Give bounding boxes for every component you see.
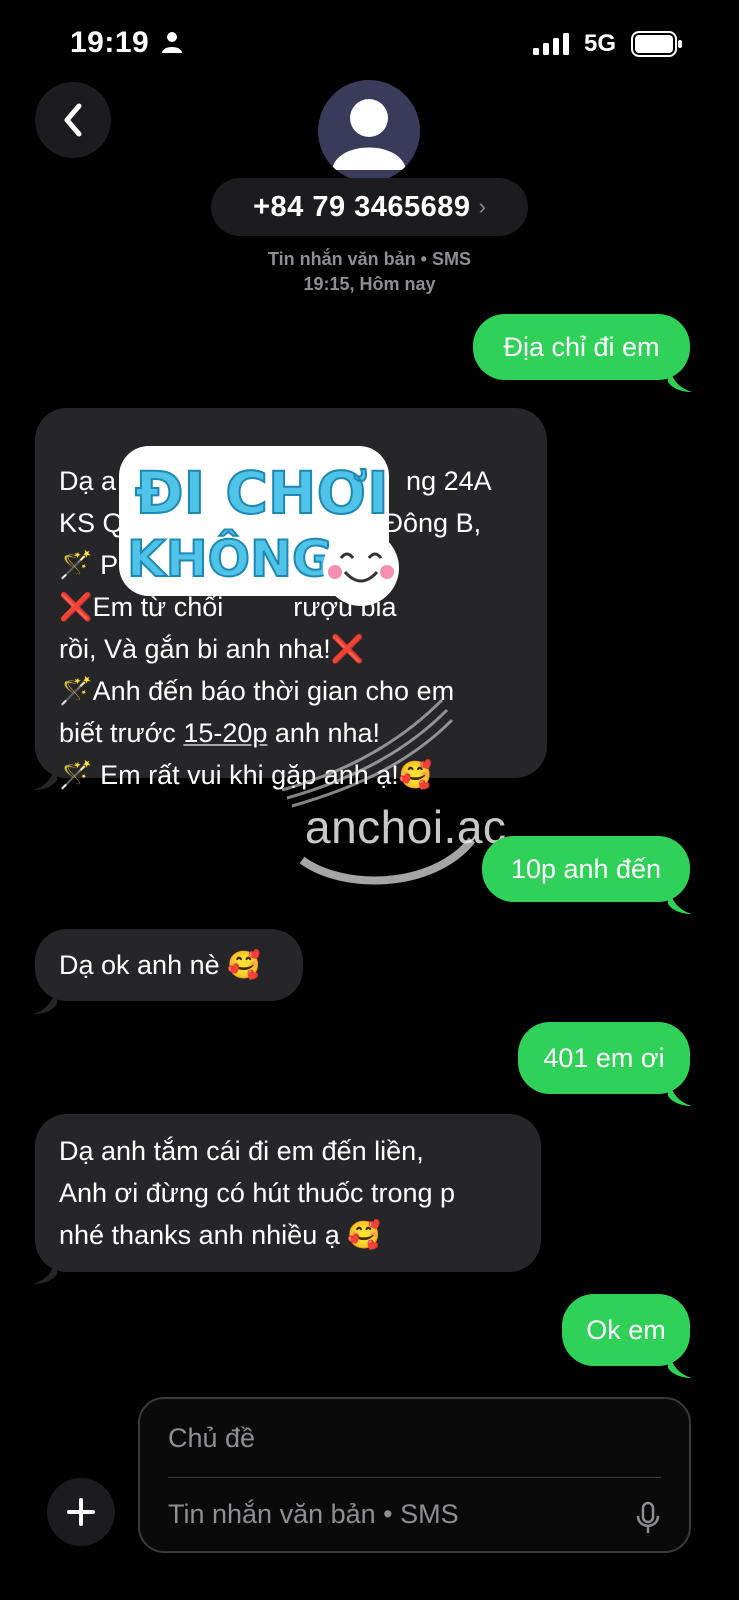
add-attachment-button[interactable]	[47, 1478, 115, 1546]
message-input[interactable]: Tin nhắn văn bản • SMS	[168, 1499, 459, 1530]
message-text: Dạ ok anh nè 🥰	[59, 950, 261, 980]
person-avatar-icon	[332, 99, 406, 170]
message-bubble-incoming[interactable]: Dạ ok anh nè 🥰	[35, 929, 303, 1001]
status-bar: 19:19 5G	[0, 0, 739, 90]
contact-avatar[interactable]	[318, 80, 420, 182]
bubble-tail	[668, 1346, 692, 1378]
status-time: 19:19	[70, 26, 150, 59]
message-line: nhé thanks anh nhiều ạ 🥰	[59, 1220, 381, 1250]
message-line: ng 24A	[406, 466, 492, 496]
message-text: Ok em	[586, 1315, 666, 1345]
thread-type-label: Tin nhắn văn bản • SMS	[268, 249, 471, 269]
chevron-right-icon: ›	[478, 194, 486, 219]
compose-box[interactable]: Chủ đề Tin nhắn văn bản • SMS	[138, 1397, 691, 1553]
contact-number: +84 79 3465689	[253, 190, 471, 223]
message-line: rồi, Và gắn bi anh nha!❌	[59, 634, 365, 664]
message-bubble-outgoing[interactable]: 401 em ơi	[518, 1022, 690, 1094]
bubble-tail	[668, 882, 692, 914]
time-range-link[interactable]: 15-20p	[183, 718, 267, 748]
network-type: 5G	[584, 30, 617, 57]
message-text: Địa chỉ đi em	[503, 332, 660, 362]
subject-input[interactable]: Chủ đề	[168, 1423, 255, 1454]
message-bubble-outgoing[interactable]: 10p anh đến	[482, 836, 690, 902]
bubble-tail	[33, 758, 57, 790]
bubble-tail	[33, 1252, 57, 1284]
sticker-image: ĐI CHƠI KHÔNG	[119, 446, 399, 606]
back-button[interactable]	[35, 82, 111, 158]
message-text: 10p anh đến	[510, 854, 662, 884]
sticker-text: ĐI CHƠI	[135, 459, 389, 527]
message-line: biết trước	[59, 718, 184, 748]
message-text: 401 em ơi	[543, 1043, 665, 1073]
person-icon	[162, 32, 182, 53]
signal-icon	[533, 33, 569, 55]
watermark-text: anchoi.ac	[305, 801, 507, 853]
message-line: Anh ơi đừng có hút thuốc trong p	[59, 1178, 456, 1208]
compose-divider	[168, 1477, 661, 1478]
sticker-text: KHÔNG	[127, 529, 333, 588]
message-bubble-outgoing[interactable]: Địa chỉ đi em	[473, 314, 690, 380]
microphone-icon[interactable]	[635, 1501, 661, 1535]
thread-timestamp: 19:15, Hôm nay	[303, 274, 436, 294]
chevron-left-icon	[64, 103, 82, 137]
message-bubble-incoming[interactable]: Dạ anh tắm cái đi em đến liền, Anh ơi đừ…	[35, 1114, 541, 1272]
contact-name-button[interactable]: +84 79 3465689 ›	[211, 178, 528, 236]
message-line: Dạ anh tắm cái đi em đến liền,	[59, 1136, 424, 1166]
battery-icon	[631, 31, 682, 57]
plus-icon	[67, 1498, 95, 1526]
bubble-tail	[668, 1074, 692, 1106]
bubble-tail	[33, 982, 57, 1014]
bubble-tail	[668, 360, 692, 392]
message-line: Dạ a	[59, 466, 117, 496]
